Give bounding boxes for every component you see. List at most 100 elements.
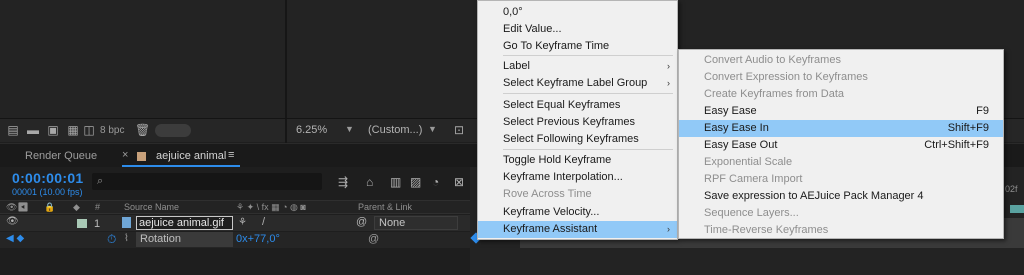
work-area-bar[interactable] <box>1010 205 1024 213</box>
submenu-item: Sequence Layers... <box>679 205 1003 222</box>
menu-item-label: Toggle Hold Keyframe <box>503 154 612 166</box>
stopwatch-icon[interactable]: ⏱ <box>107 232 116 247</box>
shortcut-label: Shift+F9 <box>947 122 989 134</box>
layer-column-headers: 👁◀ 🔒 ◆ # Source Name ⚘ ✦ \ fx ▦ ◔ ◍ ◙ Pa… <box>0 200 470 214</box>
menu-separator <box>503 149 673 150</box>
graph-icon[interactable]: ⌇ <box>124 233 129 244</box>
motion-blur-icon[interactable]: ◔ <box>432 175 439 189</box>
property-value[interactable]: 0x+77,0° <box>236 233 280 245</box>
resolution-dropdown-icon[interactable]: ▼ <box>428 124 437 134</box>
lock-column-icon: 🔒 <box>44 202 56 212</box>
chevron-right-icon: › <box>667 224 670 234</box>
region-of-interest-icon[interactable]: ⊡ <box>452 124 466 136</box>
menu-item[interactable]: Select Keyframe Label Group › <box>478 75 677 92</box>
magnification-select[interactable]: 6.25% <box>296 124 327 136</box>
menu-item[interactable]: Keyframe Velocity... <box>478 204 677 221</box>
time-ruler-label: 02f <box>1005 184 1018 194</box>
composition-flowchart-icon[interactable]: ⇶ <box>338 175 348 189</box>
layer-area-empty <box>0 248 470 275</box>
interpret-footage-icon[interactable]: ◫ <box>82 124 96 136</box>
current-time[interactable]: 0:00:00:01 <box>12 170 84 186</box>
shortcut-label: Ctrl+Shift+F9 <box>924 139 989 151</box>
menu-item[interactable]: Select Equal Keyframes <box>478 97 677 114</box>
submenu-item-label: Easy Ease In <box>704 122 769 134</box>
tab-composition[interactable]: aejuice animal <box>156 150 226 162</box>
menu-item[interactable]: Label › <box>478 58 677 75</box>
menu-item[interactable]: 0,0° <box>478 4 677 21</box>
submenu-item-label: Create Keyframes from Data <box>704 88 844 100</box>
pick-whip-icon[interactable]: @ <box>356 216 367 228</box>
graph-editor-icon[interactable]: ⊠ <box>454 175 464 189</box>
project-settings-icon[interactable]: ▤ <box>6 124 20 136</box>
submenu-item-label: Easy Ease Out <box>704 139 778 151</box>
quality-switch-icon[interactable]: / <box>262 216 265 228</box>
shortcut-label: F9 <box>976 105 989 117</box>
file-icon <box>122 217 131 228</box>
collapse-switch-icon[interactable]: ⚘ <box>238 217 247 228</box>
switches-column-icon: ⚘ ✦ \ fx ▦ ◔ ◍ ◙ <box>236 202 306 212</box>
draft-3d-icon[interactable]: ⌂ <box>366 175 373 189</box>
project-scrollbar[interactable] <box>155 124 191 137</box>
panel-menu-icon[interactable]: ≡ <box>228 149 234 161</box>
keyframe-navigator-icon[interactable]: ◀ ◆ <box>6 233 24 244</box>
folder-icon[interactable]: ▬ <box>26 124 40 136</box>
menu-item[interactable]: Select Previous Keyframes <box>478 114 677 131</box>
menu-item-label: Go To Keyframe Time <box>503 40 610 52</box>
active-tab-indicator <box>122 165 240 167</box>
menu-item-label: 0,0° <box>503 6 523 18</box>
frame-rate-label: 00001 (10.00 fps) <box>12 187 83 197</box>
submenu-item: Convert Expression to Keyframes <box>679 69 1003 86</box>
composition-icon[interactable]: ▣ <box>46 124 60 136</box>
submenu-item[interactable]: Easy Ease In Shift+F9 <box>679 120 1003 137</box>
submenu-item[interactable]: Easy Ease F9 <box>679 103 1003 120</box>
submenu-item[interactable]: Save expression to AEJuice Pack Manager … <box>679 188 1003 205</box>
table-row[interactable] <box>0 232 470 248</box>
visibility-column-icon: 👁◀ <box>6 202 29 212</box>
eye-icon[interactable]: 👁 <box>6 216 19 227</box>
bit-depth-label[interactable]: 8 bpc <box>100 125 124 136</box>
panel-divider <box>285 0 287 118</box>
layer-label-color[interactable] <box>77 219 87 228</box>
layer-search-input[interactable]: ⌕ <box>92 173 322 190</box>
menu-separator <box>503 93 673 94</box>
menu-item-label: Keyframe Interpolation... <box>503 171 623 183</box>
submenu-item[interactable]: Easy Ease Out Ctrl+Shift+F9 <box>679 137 1003 154</box>
menu-item[interactable]: Keyframe Interpolation... <box>478 169 677 186</box>
menu-item-label: Keyframe Velocity... <box>503 206 600 218</box>
resolution-select[interactable]: (Custom...) <box>368 124 422 136</box>
menu-item: Rove Across Time <box>478 186 677 203</box>
comp-label-swatch <box>137 152 146 161</box>
menu-item-label: Select Previous Keyframes <box>503 116 636 128</box>
submenu-item: Exponential Scale <box>679 154 1003 171</box>
submenu-item-label: Save expression to AEJuice Pack Manager … <box>704 190 924 202</box>
menu-item[interactable]: Toggle Hold Keyframe <box>478 152 677 169</box>
layer-name-field[interactable]: aejuice animal.gif <box>136 216 233 230</box>
submenu-item: Create Keyframes from Data <box>679 86 1003 103</box>
menu-item[interactable]: Edit Value... <box>478 21 677 38</box>
submenu-item: Convert Audio to Keyframes <box>679 52 1003 69</box>
frame-blending-icon[interactable]: ▨ <box>410 175 421 189</box>
parent-select[interactable]: None <box>374 216 458 230</box>
tab-render-queue[interactable]: Render Queue <box>25 150 97 162</box>
flowchart-icon[interactable]: ▦ <box>66 124 80 136</box>
shy-layers-icon[interactable]: ▥ <box>390 175 401 189</box>
submenu-item-label: Exponential Scale <box>704 156 793 168</box>
submenu-item-label: Sequence Layers... <box>704 207 799 219</box>
expression-pickwhip-icon[interactable]: @ <box>368 233 379 245</box>
menu-item[interactable]: Select Following Keyframes <box>478 131 677 148</box>
label-column-icon: ◆ <box>73 202 80 212</box>
submenu-item-label: Time-Reverse Keyframes <box>704 224 829 236</box>
column-source-name: Source Name <box>124 202 180 212</box>
submenu-item-label: Convert Expression to Keyframes <box>704 71 868 83</box>
toolbar-divider <box>285 119 287 143</box>
menu-item[interactable]: Go To Keyframe Time <box>478 38 677 55</box>
chevron-right-icon: › <box>667 61 670 71</box>
zoom-dropdown-icon[interactable]: ▼ <box>345 124 354 134</box>
menu-item-label: Select Equal Keyframes <box>503 99 621 111</box>
menu-item[interactable]: Keyframe Assistant › <box>478 221 677 238</box>
tab-close-icon[interactable]: × <box>122 149 128 161</box>
submenu-item-label: Easy Ease <box>704 105 757 117</box>
trash-icon[interactable]: 🗑 <box>135 124 150 136</box>
menu-item-label: Label <box>503 60 530 72</box>
chevron-right-icon: › <box>667 78 670 88</box>
